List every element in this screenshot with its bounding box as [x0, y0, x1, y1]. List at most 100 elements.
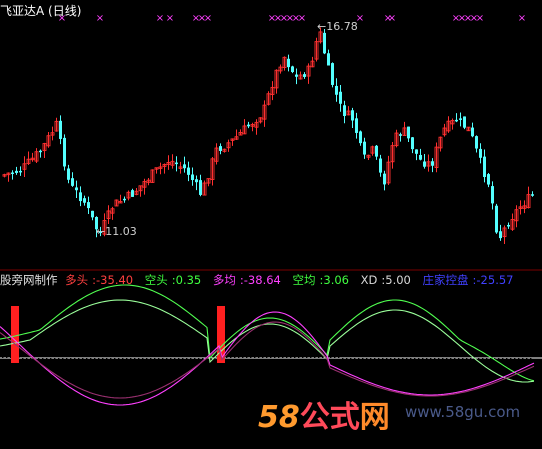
candle-body-down [431, 161, 434, 166]
indicator-bar-up [298, 333, 300, 358]
candle-body-down [247, 124, 250, 127]
indicator-bar-down [438, 358, 440, 394]
indicator-bar-down [194, 358, 196, 373]
candle-body-down [183, 164, 186, 169]
candle-body-down [419, 155, 422, 160]
candle-body-down [191, 174, 194, 181]
candle-body-down [459, 118, 462, 120]
indicator-bar-down [410, 358, 412, 391]
candle-body-down [75, 187, 78, 191]
candle-body-down [475, 136, 478, 149]
indicator-bar-up [278, 327, 280, 358]
candle-body-down [355, 118, 358, 133]
indicator-bar-down [378, 358, 380, 381]
indicator-bar-down [346, 358, 348, 367]
candle-body-down [359, 131, 362, 144]
indicator-bar-down [350, 358, 352, 372]
candle-body-down [339, 91, 342, 104]
indicator-bar-up [6, 339, 8, 358]
indicator-bar-down [130, 358, 132, 402]
candle-body-down [415, 149, 418, 154]
indicator-bar-up [334, 350, 336, 358]
indicator-bar-down [430, 358, 432, 394]
candle-body-down [39, 150, 42, 153]
signal-marker-icon: × [204, 13, 212, 24]
indicator-bar-down [466, 358, 468, 388]
candle-body-down [291, 66, 294, 73]
indicator-bar-down [98, 358, 100, 400]
indicator-bar-up [282, 326, 284, 358]
candle-body-down [123, 198, 126, 201]
indicator-bar-down [518, 358, 520, 369]
signal-marker-icon: × [388, 13, 396, 24]
kline-chart-svg[interactable]: × × × × ××× ×××××× × ×× ××××× × [0, 0, 542, 445]
indicator-bar-down [54, 358, 56, 383]
legend-duojun: 多均:-38.64 [212, 273, 281, 287]
indicator-bar-up [290, 327, 292, 358]
indicator-bar-down [154, 358, 156, 398]
candle-body-down [19, 170, 22, 173]
indicator-bar-down [526, 358, 528, 367]
indicator-bar-down [450, 358, 452, 391]
high-arrow-icon: ← [317, 20, 327, 33]
indicator-bar-down [422, 358, 424, 393]
indicator-bar-down [382, 358, 384, 385]
candle-body-down [83, 198, 86, 203]
watermark-logo: 58公式网 [258, 400, 390, 435]
indicator-bar-up [302, 330, 304, 358]
candle-body-down [455, 119, 458, 122]
candle-body-down [463, 116, 466, 128]
indicator-bar-up [270, 327, 272, 358]
candle-body-down [199, 180, 202, 195]
candle-body-down [303, 74, 306, 77]
candle-body-down [187, 167, 190, 175]
indicator-bar-down [94, 358, 96, 400]
legend-duotou: 多头:-35.40 [65, 273, 134, 287]
candle-body-down [67, 168, 70, 180]
signal-marker-icon: × [96, 13, 104, 24]
candle-body-down [335, 85, 338, 95]
legend-kongjun: 空均:3.06 [292, 273, 349, 287]
indicator-bar-down [474, 358, 476, 385]
indicator-bar-down [386, 358, 388, 385]
candle-body-down [343, 105, 346, 116]
signal-marker-icon: × [298, 13, 306, 24]
candle-body-down [295, 74, 298, 77]
indicator-bar-down [186, 358, 188, 380]
indicator-bar-down [58, 358, 60, 386]
candle-body-down [383, 173, 386, 185]
indicator-bar-down [190, 358, 192, 378]
indicator-bar-down [134, 358, 136, 401]
indicator-bar-down [398, 358, 400, 388]
legend-xd: XD:5.00 [360, 273, 411, 287]
indicator-bar-down [498, 358, 500, 380]
indicator-bar-up [250, 334, 252, 358]
chart-stage[interactable]: × × × × × × × × × × × × × × × × × × × × × × 飞亚达A (日线) ←16.78 … [0, 0, 542, 445]
indicator-bar-up [338, 356, 340, 358]
indicator-bar-down [38, 358, 40, 373]
low-price-label: ←11.03 [96, 225, 137, 238]
indicator-bar-down [362, 358, 364, 378]
candle-body-down [351, 110, 354, 121]
signal-bar [11, 306, 19, 363]
indicator-bar-down [366, 358, 368, 379]
indicator-bar-down [506, 358, 508, 375]
indicator-bar-down [426, 358, 428, 389]
candle-body-down [87, 202, 90, 209]
indicator-bar-up [2, 336, 4, 358]
indicator-bar-down [434, 358, 436, 392]
indicator-bar-down [482, 358, 484, 383]
indicator-bar-up [266, 328, 268, 358]
indicator-bar-down [370, 358, 372, 379]
indicator-bar-down [342, 358, 344, 367]
high-price-label: ←16.78 [317, 20, 358, 33]
indicator-bar-down [418, 358, 420, 388]
indicator-bar-up [286, 330, 288, 358]
indicator-bar-down [446, 358, 448, 390]
indicator-bar-down [374, 358, 376, 381]
candle-body-down [407, 126, 410, 139]
candle-body-down [495, 205, 498, 233]
candle-body-down [91, 210, 94, 218]
indicator-bar-up [230, 351, 232, 358]
signal-marker-icon: × [518, 13, 526, 24]
